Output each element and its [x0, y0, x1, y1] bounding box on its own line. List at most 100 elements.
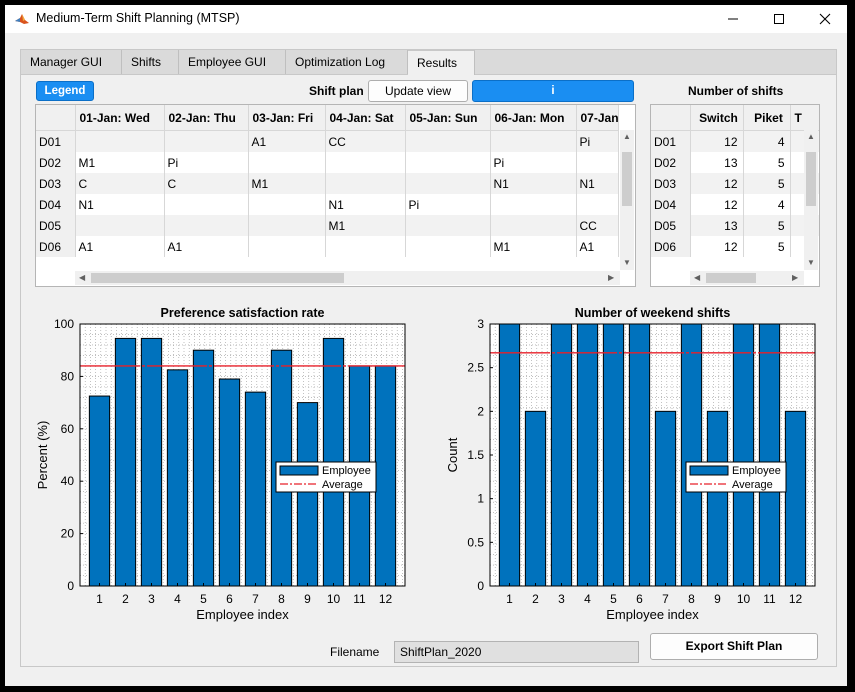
scroll-up-arrow-icon[interactable]: ▲	[807, 132, 815, 141]
table-cell[interactable]	[490, 194, 577, 215]
scroll-down-arrow-icon[interactable]: ▼	[807, 258, 815, 267]
tab-manager-gui[interactable]: Manager GUI	[21, 50, 122, 74]
table-cell[interactable]: M1	[248, 173, 326, 194]
tab-employee-gui[interactable]: Employee GUI	[179, 50, 286, 74]
table-row[interactable]: D04 12 4	[651, 194, 819, 215]
tab-results[interactable]: Results	[408, 50, 475, 75]
tab-optimization-log[interactable]: Optimization Log	[286, 50, 408, 74]
table-cell[interactable]: Pi	[164, 152, 249, 173]
scrollbar-thumb[interactable]	[706, 273, 756, 283]
table-row[interactable]: D02 M1 Pi Pi	[36, 152, 619, 173]
table-cell[interactable]	[248, 215, 326, 236]
table-cell[interactable]	[576, 152, 619, 173]
scroll-down-arrow-icon[interactable]: ▼	[623, 258, 631, 267]
scrollbar-thumb[interactable]	[622, 152, 632, 206]
column-header[interactable]: T	[790, 105, 819, 131]
column-header[interactable]: Piket	[743, 105, 791, 131]
table-cell[interactable]	[248, 152, 326, 173]
filename-field[interactable]: ShiftPlan_2020	[394, 641, 639, 663]
table-cell[interactable]: 12	[690, 173, 744, 194]
table-cell[interactable]: 4	[743, 130, 791, 152]
table-cell[interactable]	[75, 130, 165, 152]
table-row[interactable]: D05 13 5	[651, 215, 819, 236]
scrollbar-thumb[interactable]	[806, 152, 816, 206]
column-header[interactable]: 04-Jan: Sat	[325, 105, 406, 131]
table-cell[interactable]	[325, 236, 406, 257]
table-row[interactable]: D03 C C M1 N1 N1	[36, 173, 619, 194]
column-header[interactable]: 07-Jan	[576, 105, 619, 131]
table-cell[interactable]: 12	[690, 194, 744, 215]
scroll-up-arrow-icon[interactable]: ▲	[623, 132, 631, 141]
table-cell[interactable]	[164, 130, 249, 152]
column-header[interactable]: 06-Jan: Mon	[490, 105, 577, 131]
table-cell[interactable]	[490, 130, 577, 152]
table-cell[interactable]: 5	[743, 152, 791, 173]
table-cell[interactable]: N1	[490, 173, 577, 194]
table-row[interactable]: D04 N1 N1 Pi	[36, 194, 619, 215]
table-cell[interactable]: Pi	[405, 194, 491, 215]
table-cell[interactable]: 5	[743, 173, 791, 194]
table-cell[interactable]	[576, 194, 619, 215]
table-cell[interactable]: 5	[743, 215, 791, 236]
column-header[interactable]: Switch	[690, 105, 744, 131]
table-cell[interactable]: A1	[75, 236, 165, 257]
shift-plan-table[interactable]: 01-Jan: Wed 02-Jan: Thu 03-Jan: Fri 04-J…	[35, 104, 636, 287]
table-cell[interactable]: 12	[690, 236, 744, 257]
table-cell[interactable]: 12	[690, 130, 744, 152]
close-button[interactable]	[802, 5, 848, 33]
table-row[interactable]: D06 A1 A1 M1 A1	[36, 236, 619, 257]
table-cell[interactable]	[164, 194, 249, 215]
table-cell[interactable]: N1	[576, 173, 619, 194]
export-shift-plan-button[interactable]: Export Shift Plan	[650, 633, 818, 660]
table-cell[interactable]	[405, 215, 491, 236]
table-cell[interactable]: M1	[325, 215, 406, 236]
table-cell[interactable]: A1	[576, 236, 619, 257]
number-of-shifts-table[interactable]: Switch Piket T D01 12 4 D02 13 5 D03 12 5 D04 12 4 D…	[650, 104, 820, 287]
shift-plan-horizontal-scrollbar[interactable]: ◀ ▶	[75, 271, 620, 285]
table-cell[interactable]	[490, 215, 577, 236]
table-row[interactable]: D01 A1 CC Pi	[36, 130, 619, 152]
column-header[interactable]: 03-Jan: Fri	[248, 105, 326, 131]
table-row[interactable]: D02 13 5	[651, 152, 819, 173]
table-cell[interactable]: 13	[690, 152, 744, 173]
table-cell[interactable]	[75, 215, 165, 236]
table-cell[interactable]	[405, 173, 491, 194]
column-header[interactable]: 02-Jan: Thu	[164, 105, 249, 131]
table-cell[interactable]	[325, 152, 406, 173]
table-cell[interactable]	[405, 152, 491, 173]
column-header[interactable]: 05-Jan: Sun	[405, 105, 491, 131]
table-cell[interactable]: 4	[743, 194, 791, 215]
table-cell[interactable]	[248, 236, 326, 257]
table-cell[interactable]: 13	[690, 215, 744, 236]
tab-shifts[interactable]: Shifts	[122, 50, 179, 74]
table-cell[interactable]: Pi	[490, 152, 577, 173]
table-cell[interactable]: A1	[164, 236, 249, 257]
table-cell[interactable]: N1	[325, 194, 406, 215]
table-cell[interactable]: M1	[75, 152, 165, 173]
table-row[interactable]: D03 12 5	[651, 173, 819, 194]
table-cell[interactable]: CC	[325, 130, 406, 152]
table-cell[interactable]	[164, 215, 249, 236]
table-cell[interactable]: CC	[576, 215, 619, 236]
scroll-left-arrow-icon[interactable]: ◀	[694, 273, 700, 282]
scroll-left-arrow-icon[interactable]: ◀	[79, 273, 85, 282]
table-row[interactable]: D01 12 4	[651, 130, 819, 152]
table-cell[interactable]: A1	[248, 130, 326, 152]
table-cell[interactable]: 5	[743, 236, 791, 257]
table-cell[interactable]: M1	[490, 236, 577, 257]
table-cell[interactable]: Pi	[576, 130, 619, 152]
scroll-right-arrow-icon[interactable]: ▶	[792, 273, 798, 282]
minimize-button[interactable]	[710, 5, 756, 33]
table-cell[interactable]: C	[164, 173, 249, 194]
table-cell[interactable]	[405, 130, 491, 152]
table-cell[interactable]: N1	[75, 194, 165, 215]
num-shifts-horizontal-scrollbar[interactable]: ◀ ▶	[690, 271, 804, 285]
shift-plan-vertical-scrollbar[interactable]: ▲ ▼	[620, 130, 634, 270]
table-cell[interactable]: C	[75, 173, 165, 194]
legend-button[interactable]: Legend	[36, 81, 94, 101]
table-row[interactable]: D05 M1 CC	[36, 215, 619, 236]
maximize-button[interactable]	[756, 5, 802, 33]
update-view-button[interactable]: Update view	[368, 80, 468, 102]
table-cell[interactable]	[405, 236, 491, 257]
scroll-right-arrow-icon[interactable]: ▶	[608, 273, 614, 282]
